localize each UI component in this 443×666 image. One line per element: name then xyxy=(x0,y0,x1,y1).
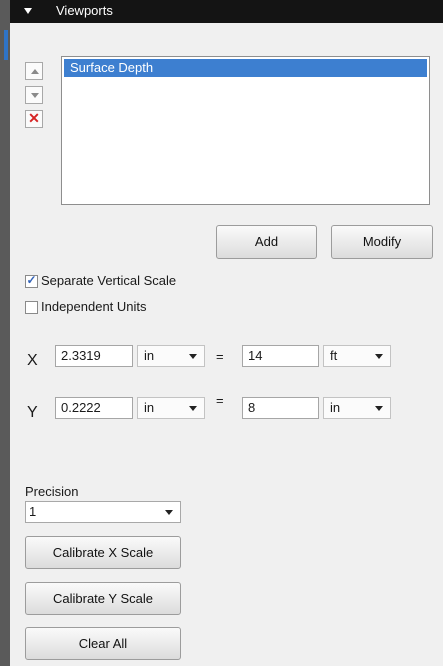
y-unit-value: in xyxy=(144,400,155,415)
clear-all-button[interactable]: Clear All xyxy=(25,627,181,660)
y-target-unit-value: in xyxy=(330,400,341,415)
x-unit-select[interactable]: in xyxy=(137,345,205,367)
y-equals-sign: = xyxy=(216,393,224,408)
viewport-list[interactable]: Surface Depth xyxy=(61,56,430,205)
chevron-down-icon xyxy=(189,406,197,411)
left-edge-strip xyxy=(0,0,10,666)
add-button[interactable]: Add xyxy=(216,225,317,259)
x-unit-value: in xyxy=(144,348,155,363)
chevron-down-icon xyxy=(375,354,383,359)
y-axis-label: Y xyxy=(27,404,38,421)
independent-units-checkbox[interactable] xyxy=(25,301,38,314)
chevron-down-icon xyxy=(375,406,383,411)
arrow-down-icon xyxy=(31,93,39,98)
independent-units-label: Independent Units xyxy=(41,299,147,314)
x-axis-label: X xyxy=(27,352,38,369)
delete-viewport-button[interactable]: ✕ xyxy=(25,110,43,128)
arrow-up-icon xyxy=(31,69,39,74)
precision-value: 1 xyxy=(29,504,37,519)
y-target-unit-select[interactable]: in xyxy=(323,397,391,419)
x-scale-input[interactable]: 2.3319 xyxy=(55,345,133,367)
left-edge-accent xyxy=(4,30,8,60)
calibrate-x-scale-button[interactable]: Calibrate X Scale xyxy=(25,536,181,569)
x-target-input[interactable]: 14 xyxy=(242,345,319,367)
calibrate-y-scale-button[interactable]: Calibrate Y Scale xyxy=(25,582,181,615)
y-scale-input[interactable]: 0.2222 xyxy=(55,397,133,419)
move-down-button[interactable] xyxy=(25,86,43,104)
x-target-unit-select[interactable]: ft xyxy=(323,345,391,367)
chevron-down-icon xyxy=(165,510,173,515)
delete-x-icon: ✕ xyxy=(28,110,40,126)
precision-label: Precision xyxy=(25,484,79,499)
list-item[interactable]: Surface Depth xyxy=(64,59,427,77)
separate-vertical-scale-checkbox[interactable]: ✓ xyxy=(25,273,38,288)
check-mark-icon: ✓ xyxy=(26,273,37,287)
triangle-down-icon[interactable] xyxy=(24,8,32,14)
viewports-header[interactable]: Viewports xyxy=(10,0,443,23)
x-target-unit-value: ft xyxy=(330,348,338,363)
modify-button[interactable]: Modify xyxy=(331,225,433,259)
precision-select[interactable]: 1 xyxy=(25,501,181,523)
x-equals-sign: = xyxy=(216,349,224,364)
y-target-input[interactable]: 8 xyxy=(242,397,319,419)
chevron-down-icon xyxy=(189,354,197,359)
y-unit-select[interactable]: in xyxy=(137,397,205,419)
move-up-button[interactable] xyxy=(25,62,43,80)
separate-vertical-scale-label: Separate Vertical Scale xyxy=(41,273,177,288)
viewports-title: Viewports xyxy=(56,3,113,18)
